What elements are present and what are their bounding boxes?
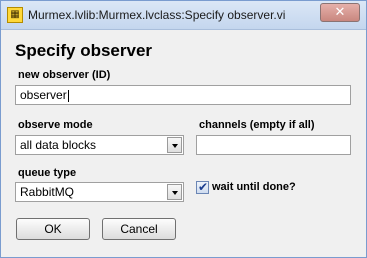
wait-until-done-label[interactable]: wait until done? bbox=[212, 181, 296, 193]
channels-label: channels (empty if all) bbox=[199, 119, 315, 131]
new-observer-value: observer bbox=[20, 88, 67, 102]
queue-type-value: RabbitMQ bbox=[20, 185, 75, 199]
wait-until-done-checkbox[interactable]: ✔ bbox=[196, 180, 209, 194]
dialog-window: ▦ Murmex.lvlib:Murmex.lvclass:Specify ob… bbox=[0, 0, 367, 258]
chevron-down-icon[interactable] bbox=[167, 184, 182, 200]
text-caret bbox=[67, 89, 69, 102]
queue-type-label: queue type bbox=[18, 167, 77, 179]
new-observer-label: new observer (ID) bbox=[18, 69, 111, 81]
title-bar[interactable]: ▦ Murmex.lvlib:Murmex.lvclass:Specify ob… bbox=[1, 1, 366, 30]
cancel-button[interactable]: Cancel bbox=[102, 218, 176, 240]
page-title: Specify observer bbox=[15, 41, 153, 60]
labview-vi-icon: ▦ bbox=[7, 7, 23, 23]
ok-button[interactable]: OK bbox=[16, 218, 90, 240]
window-title: Murmex.lvlib:Murmex.lvclass:Specify obse… bbox=[28, 8, 286, 22]
chevron-down-icon[interactable] bbox=[167, 137, 182, 153]
observe-mode-label: observe mode bbox=[18, 119, 93, 131]
checkmark-icon: ✔ bbox=[198, 180, 209, 194]
dialog-content: Specify observer new observer (ID) obser… bbox=[6, 30, 361, 253]
queue-type-select[interactable]: RabbitMQ bbox=[15, 182, 184, 202]
new-observer-input[interactable]: observer bbox=[15, 85, 351, 105]
channels-input[interactable] bbox=[196, 135, 351, 155]
close-button[interactable]: ✕ bbox=[320, 3, 360, 22]
observe-mode-value: all data blocks bbox=[20, 138, 97, 152]
observe-mode-select[interactable]: all data blocks bbox=[15, 135, 184, 155]
close-icon: ✕ bbox=[334, 5, 346, 20]
